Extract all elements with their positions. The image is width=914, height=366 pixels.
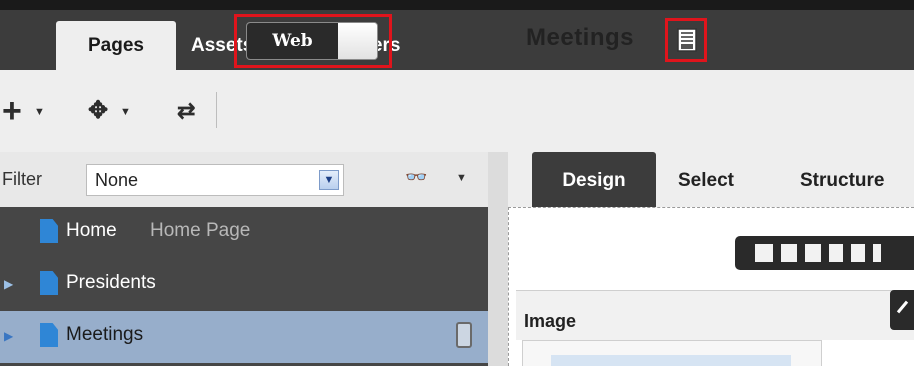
image-component-header[interactable]: Image bbox=[516, 290, 914, 340]
toggle-label: Web bbox=[247, 23, 338, 59]
page-properties-icon[interactable] bbox=[677, 28, 697, 52]
sub-tab-bar: Design Select Structure bbox=[508, 152, 914, 207]
page-doc-icon bbox=[40, 323, 58, 347]
expand-arrow-icon[interactable]: ▶ bbox=[4, 277, 13, 291]
tree-item-label: Home bbox=[66, 220, 117, 241]
add-row-icon[interactable] bbox=[755, 244, 773, 262]
tab-design[interactable]: Design bbox=[532, 152, 656, 207]
glasses-icon[interactable]: 👓 bbox=[405, 167, 427, 188]
image-component-label: Image bbox=[524, 311, 577, 331]
move-menu-arrow-icon[interactable]: ▼ bbox=[120, 106, 131, 118]
column-right-icon[interactable] bbox=[851, 244, 865, 262]
tab-structure[interactable]: Structure bbox=[800, 152, 884, 207]
filter-label: Filter bbox=[2, 169, 42, 189]
page-doc-icon bbox=[40, 219, 58, 243]
chevron-down-icon[interactable]: ▼ bbox=[319, 170, 339, 190]
toggle-knob[interactable] bbox=[338, 23, 377, 59]
tree-item-home[interactable]: Home Home Page bbox=[0, 207, 488, 259]
tab-pages[interactable]: Pages bbox=[56, 21, 176, 70]
page-tree: Home Home Page ▶ Presidents ▶ Meetings bbox=[0, 207, 488, 366]
web-view-toggle[interactable]: Web bbox=[246, 22, 378, 60]
row-below-icon[interactable] bbox=[805, 244, 821, 262]
filter-select[interactable]: None ▼ bbox=[86, 164, 344, 196]
wrench-icon[interactable] bbox=[890, 290, 914, 330]
move-icon[interactable]: ✥ bbox=[88, 98, 108, 124]
mobile-device-icon[interactable] bbox=[456, 322, 472, 348]
layout-toolbar bbox=[735, 236, 914, 270]
row-above-icon[interactable] bbox=[781, 244, 797, 262]
tab-select[interactable]: Select bbox=[678, 152, 734, 207]
page-doc-icon bbox=[40, 271, 58, 295]
more-layout-icon[interactable] bbox=[873, 244, 881, 262]
toolbar-separator bbox=[216, 92, 217, 128]
image-component-frame[interactable] bbox=[522, 340, 822, 366]
toolbar: + ▼ ✥ ▼ ⇄ bbox=[0, 70, 914, 152]
tree-item-label: Presidents bbox=[66, 272, 156, 293]
filter-row: Filter None ▼ 👓 ▼ bbox=[0, 152, 488, 207]
column-left-icon[interactable] bbox=[829, 244, 843, 262]
tree-item-label: Meetings bbox=[66, 324, 144, 345]
main-tab-bar: Pages Assets Members bbox=[0, 10, 914, 70]
panel-divider[interactable] bbox=[488, 152, 508, 366]
top-strip bbox=[0, 0, 914, 10]
page-title: Meetings bbox=[526, 24, 635, 51]
tree-item-sublabel: Home Page bbox=[150, 220, 251, 241]
add-menu-arrow-icon[interactable]: ▼ bbox=[34, 106, 45, 118]
view-menu-arrow-icon[interactable]: ▼ bbox=[456, 172, 467, 184]
tree-item-presidents[interactable]: ▶ Presidents bbox=[0, 259, 488, 311]
expand-arrow-icon[interactable]: ▶ bbox=[4, 329, 13, 343]
add-icon[interactable]: + bbox=[2, 94, 22, 128]
tree-item-meetings[interactable]: ▶ Meetings bbox=[0, 311, 488, 363]
refresh-icon[interactable]: ⇄ bbox=[177, 98, 195, 124]
filter-select-value: None bbox=[95, 170, 139, 190]
